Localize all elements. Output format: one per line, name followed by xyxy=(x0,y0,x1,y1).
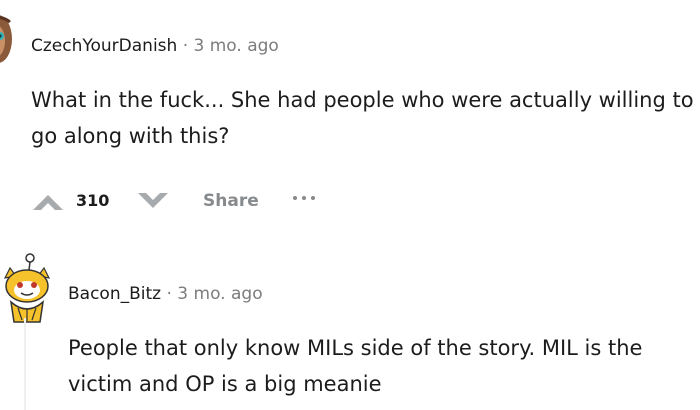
share-button[interactable]: Share xyxy=(203,189,259,213)
downvote-arrow-icon[interactable] xyxy=(136,190,170,212)
upvote-arrow-icon[interactable] xyxy=(31,190,65,212)
more-dot xyxy=(311,196,315,200)
snoo-avatar-icon[interactable] xyxy=(0,246,54,326)
separator-dot: · xyxy=(182,36,189,56)
comment-body: People that only know MILs side of the s… xyxy=(68,336,643,396)
username[interactable]: Bacon_Bitz xyxy=(68,284,161,304)
comment-actions: 310 Share xyxy=(31,183,351,219)
timestamp[interactable]: 3 mo. ago xyxy=(177,284,262,304)
user-avatar-icon[interactable] xyxy=(0,12,18,66)
separator-dot: · xyxy=(166,284,172,304)
comment-meta: Bacon_Bitz · 3 mo. ago xyxy=(68,282,263,306)
timestamp[interactable]: 3 mo. ago xyxy=(194,36,279,56)
comment-body: What in the fuck... She had people who w… xyxy=(31,88,694,148)
more-dot xyxy=(293,196,297,200)
thread-line[interactable] xyxy=(24,318,26,410)
more-dot xyxy=(302,196,306,200)
comment-meta: CzechYourDanish · 3 mo. ago xyxy=(31,34,279,58)
vote-score: 310 xyxy=(76,191,110,210)
username[interactable]: CzechYourDanish xyxy=(31,36,177,56)
more-options-icon[interactable] xyxy=(287,191,321,211)
